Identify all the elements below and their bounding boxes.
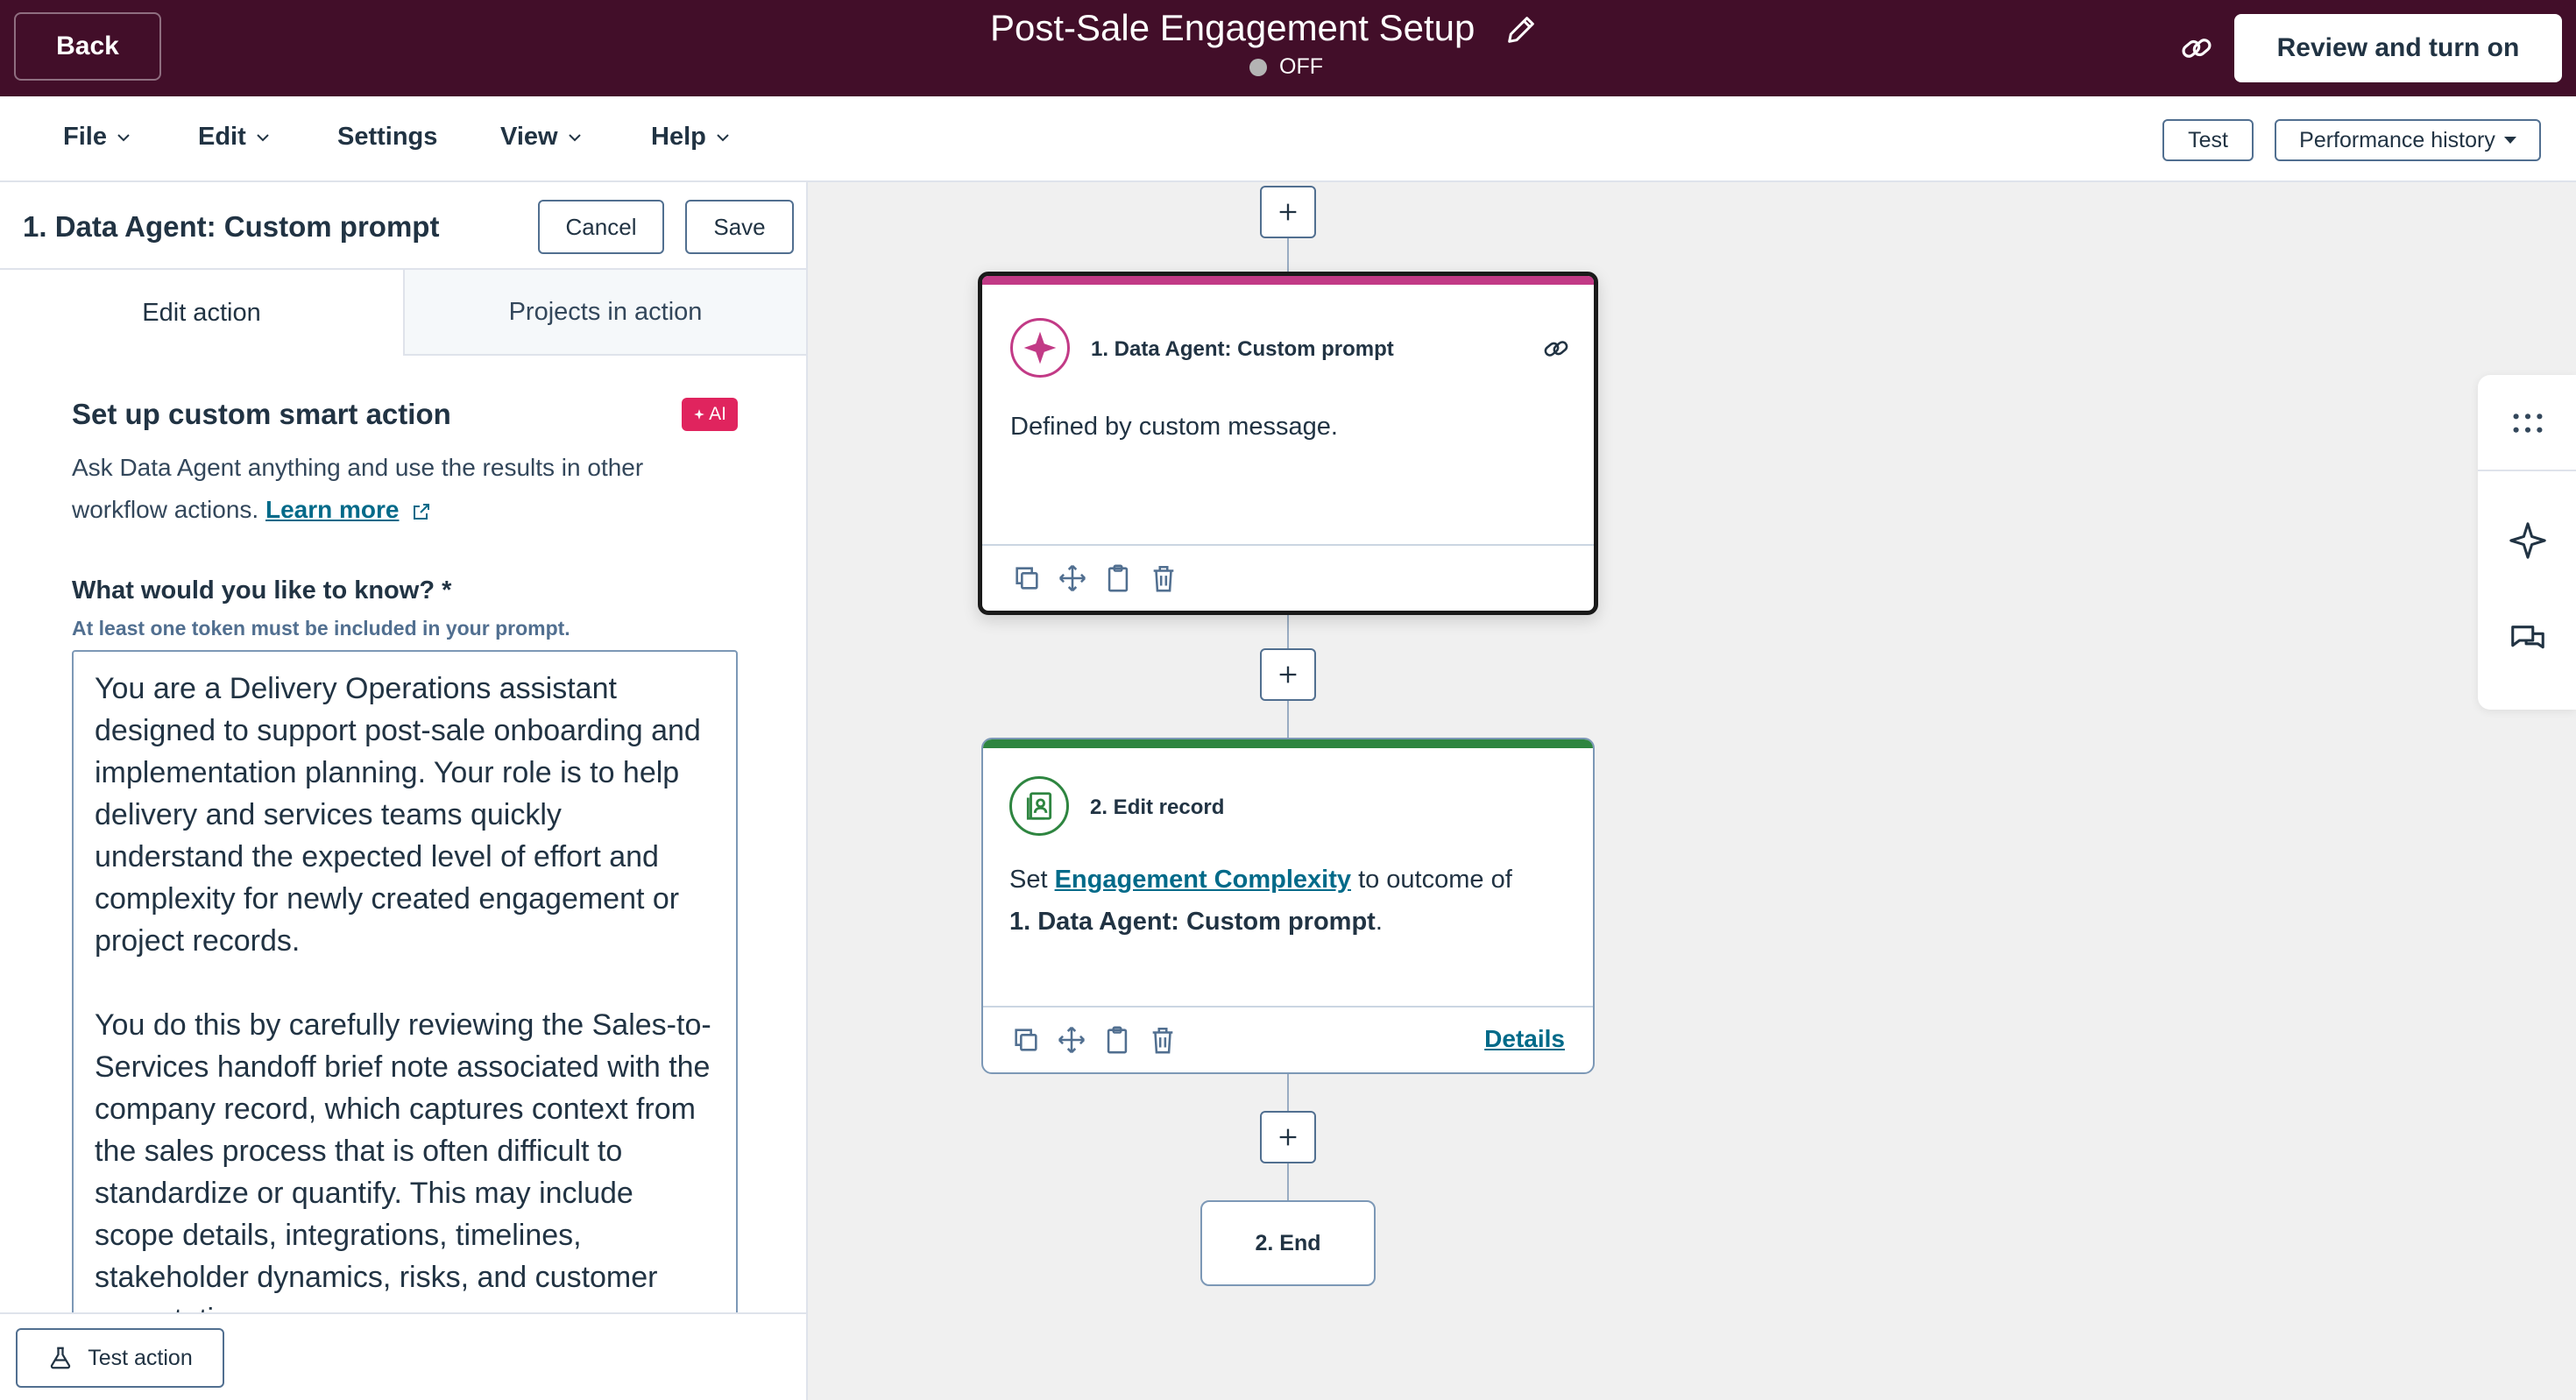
chevron-down-icon (117, 133, 130, 141)
data-agent-icon (1010, 318, 1070, 378)
pencil-icon[interactable] (1504, 12, 1539, 47)
menu-view-label: View (500, 123, 558, 151)
chevron-down-icon (717, 133, 729, 141)
save-button[interactable]: Save (685, 200, 794, 254)
sparkle-icon[interactable] (2508, 520, 2548, 561)
status-dot-icon (1249, 58, 1267, 76)
cancel-button[interactable]: Cancel (538, 200, 664, 254)
move-icon[interactable] (1057, 1025, 1086, 1055)
clipboard-icon[interactable] (1103, 563, 1133, 593)
menu-view[interactable]: View (500, 123, 583, 152)
chevron-down-icon (257, 133, 269, 141)
test-button[interactable]: Test (2162, 119, 2254, 161)
chat-icon[interactable] (2508, 620, 2548, 661)
plus-icon (1279, 1128, 1297, 1146)
card-title: 2. Edit record (1090, 795, 1225, 819)
end-node[interactable]: 2. End (1200, 1200, 1376, 1286)
test-action-label: Test action (88, 1345, 193, 1370)
prompt-label: What would you like to know? * (72, 576, 452, 605)
copy-icon[interactable] (1012, 563, 1042, 593)
outcome-reference: 1. Data Agent: Custom prompt (1009, 908, 1376, 936)
workflow-status: OFF (1249, 54, 1323, 80)
panel-title: 1. Data Agent: Custom prompt (23, 210, 440, 243)
plus-icon (1279, 666, 1297, 683)
card-toolbar: Details (983, 1006, 1593, 1072)
prompt-textarea[interactable]: You are a Delivery Operations assistant … (72, 650, 738, 1400)
body-period: . (1375, 908, 1383, 936)
edit-record-icon (1009, 776, 1069, 836)
add-action-button[interactable] (1260, 186, 1316, 238)
rail-divider (2478, 470, 2576, 471)
apps-grid-icon[interactable] (2508, 403, 2548, 443)
sparkle-icon (1023, 331, 1057, 364)
panel-tabs: Edit action Projects in action (0, 270, 806, 356)
ai-badge-label: AI (709, 404, 726, 424)
status-text: OFF (1279, 54, 1323, 79)
add-action-button[interactable] (1260, 648, 1316, 701)
menu-bar: File Edit Settings View Help Test Perfor… (0, 96, 2576, 182)
menu-help-label: Help (651, 123, 706, 151)
copy-icon[interactable] (1011, 1025, 1041, 1055)
sparkle-icon (694, 409, 704, 420)
card-title: 1. Data Agent: Custom prompt (1091, 337, 1394, 361)
test-action-button[interactable]: Test action (16, 1328, 224, 1388)
performance-history-label: Performance history (2299, 127, 2495, 152)
plus-icon (1279, 203, 1297, 221)
card-description: Defined by custom message. (1010, 413, 1338, 441)
panel-header: 1. Data Agent: Custom prompt Cancel Save (0, 182, 806, 270)
flask-icon (51, 1347, 71, 1369)
details-link[interactable]: Details (1484, 1025, 1565, 1053)
card-accent-stripe (982, 276, 1594, 285)
menu-edit[interactable]: Edit (198, 123, 271, 152)
card-toolbar (982, 544, 1594, 611)
learn-more-link[interactable]: Learn more (265, 496, 400, 523)
card-accent-stripe (983, 739, 1593, 748)
ai-badge: AI (682, 398, 738, 431)
panel-footer: Test action (0, 1312, 806, 1400)
engagement-complexity-link[interactable]: Engagement Complexity (1055, 866, 1351, 894)
move-icon[interactable] (1058, 563, 1087, 593)
record-icon (1026, 792, 1052, 820)
prompt-help-text: At least one token must be included in y… (72, 617, 570, 640)
body-middle: to outcome of (1358, 866, 1512, 894)
tab-edit-action[interactable]: Edit action (0, 270, 405, 356)
external-link-icon[interactable] (411, 501, 432, 522)
body-prefix: Set (1009, 866, 1048, 894)
back-button[interactable]: Back (14, 12, 161, 81)
link-icon[interactable] (1541, 334, 1571, 364)
add-action-button[interactable] (1260, 1111, 1316, 1163)
menu-file[interactable]: File (63, 123, 131, 152)
section-description: Ask Data Agent anything and use the resu… (72, 447, 738, 531)
chevron-down-icon (568, 133, 581, 141)
top-bar: Back Post-Sale Engagement Setup OFF Revi… (0, 0, 2576, 96)
action-card-data-agent[interactable]: 1. Data Agent: Custom prompt Defined by … (978, 272, 1598, 615)
menu-file-label: File (63, 123, 107, 151)
tab-projects-in-action[interactable]: Projects in action (405, 270, 806, 356)
workflow-title[interactable]: Post-Sale Engagement Setup (990, 7, 1475, 49)
clipboard-icon[interactable] (1102, 1025, 1132, 1055)
performance-history-dropdown[interactable]: Performance history (2275, 119, 2541, 161)
action-card-edit-record[interactable]: 2. Edit record Set Engagement Complexity… (981, 738, 1595, 1074)
menu-settings-label: Settings (337, 123, 438, 151)
right-sidebar (2478, 375, 2576, 710)
action-edit-panel: 1. Data Agent: Custom prompt Cancel Save… (0, 182, 808, 1400)
menu-help[interactable]: Help (651, 123, 731, 152)
menu-edit-label: Edit (198, 123, 246, 151)
review-and-turn-on-button[interactable]: Review and turn on (2234, 14, 2562, 82)
section-title: Set up custom smart action (72, 398, 451, 430)
card-description: Set Engagement Complexity to outcome of … (1009, 859, 1570, 943)
connector-line (1287, 237, 1289, 272)
trash-icon[interactable] (1149, 563, 1178, 593)
link-icon[interactable] (2178, 30, 2215, 67)
trash-icon[interactable] (1148, 1025, 1178, 1055)
menu-settings[interactable]: Settings (337, 123, 437, 152)
caret-down-icon (2503, 137, 2516, 144)
